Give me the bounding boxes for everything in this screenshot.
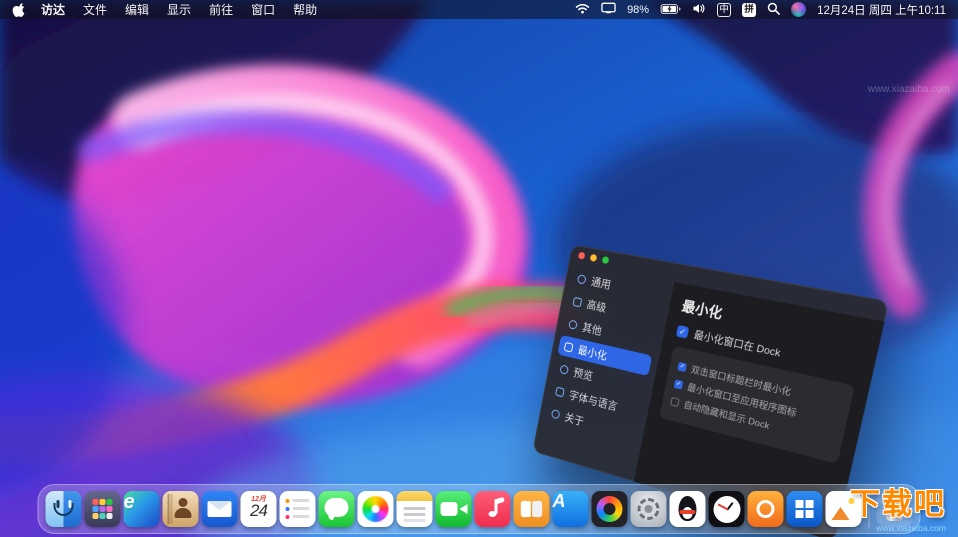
gear-icon xyxy=(577,274,587,285)
menu-file[interactable]: 文件 xyxy=(83,1,107,18)
music-dock-icon[interactable] xyxy=(475,491,511,527)
launchpad-dock-icon[interactable] xyxy=(85,491,121,527)
menu-window[interactable]: 窗口 xyxy=(251,1,275,18)
watermark-url-top: www.xiazaiba.com xyxy=(868,84,950,95)
utility-app-dock-icon[interactable] xyxy=(592,491,628,527)
apple-menu-icon[interactable] xyxy=(12,2,25,17)
books-dock-icon[interactable] xyxy=(514,491,550,527)
trash-dock-icon[interactable] xyxy=(877,491,913,527)
reminders-dock-icon[interactable] xyxy=(280,491,316,527)
display-mirroring-icon[interactable] xyxy=(601,2,616,17)
font-icon xyxy=(555,386,565,397)
dots-icon xyxy=(568,319,578,330)
battery-percent: 98% xyxy=(627,4,649,16)
edge-browser-dock-icon[interactable]: e xyxy=(124,491,160,527)
clock-dock-icon[interactable] xyxy=(709,491,745,527)
photos-dock-icon[interactable] xyxy=(358,491,394,527)
checkbox-checked-icon[interactable] xyxy=(674,379,684,389)
sidebar-item-label: 关于 xyxy=(564,409,586,429)
minimize-button[interactable] xyxy=(590,253,598,261)
menu-bar-clock[interactable]: 12月24日 周四 上午10:11 xyxy=(817,2,946,18)
orange-app-dock-icon[interactable] xyxy=(748,491,784,527)
checkbox-checked-icon[interactable] xyxy=(676,324,689,338)
app-store-letter: A xyxy=(553,491,589,527)
spotlight-search-icon[interactable] xyxy=(767,2,780,18)
sidebar-item-label: 通用 xyxy=(590,273,612,292)
mail-dock-icon[interactable] xyxy=(202,491,238,527)
pictures-app-dock-icon[interactable] xyxy=(826,491,862,527)
finder-dock-icon[interactable] xyxy=(46,491,82,527)
volume-icon[interactable] xyxy=(692,3,706,17)
eye-icon xyxy=(559,364,569,375)
desktop: www.xiazaiba.com 访达 文件 编辑 显示 前往 窗口 帮助 98… xyxy=(0,0,958,537)
menu-edit[interactable]: 编辑 xyxy=(125,1,149,18)
facetime-dock-icon[interactable] xyxy=(436,491,472,527)
menu-bar: 访达 文件 编辑 显示 前往 窗口 帮助 98% 中 拼 xyxy=(0,0,958,19)
pinyin-input-badge[interactable]: 拼 xyxy=(742,3,756,17)
checkbox-checked-icon[interactable] xyxy=(677,362,687,372)
calendar-day: 24 xyxy=(241,501,277,521)
contacts-dock-icon[interactable] xyxy=(163,491,199,527)
qq-dock-icon[interactable] xyxy=(670,491,706,527)
sliders-icon xyxy=(573,296,583,307)
edge-letter: e xyxy=(124,491,160,527)
info-icon xyxy=(551,408,561,419)
menu-view[interactable]: 显示 xyxy=(167,1,191,18)
siri-icon[interactable] xyxy=(791,2,806,17)
sidebar-item-label: 预览 xyxy=(572,364,594,383)
calendar-dock-icon[interactable]: 12月24 xyxy=(241,491,277,527)
checkbox-unchecked-icon[interactable] xyxy=(670,397,680,407)
battery-icon[interactable] xyxy=(660,3,681,17)
sidebar-item-label: 最小化 xyxy=(577,342,609,364)
window-icon xyxy=(564,341,574,352)
system-preferences-dock-icon[interactable] xyxy=(631,491,667,527)
menu-help[interactable]: 帮助 xyxy=(293,1,317,18)
zoom-button[interactable] xyxy=(602,255,610,263)
windows-app-dock-icon[interactable] xyxy=(787,491,823,527)
dock-divider xyxy=(869,489,870,529)
app-store-dock-icon[interactable]: A xyxy=(553,491,589,527)
notes-dock-icon[interactable] xyxy=(397,491,433,527)
messages-dock-icon[interactable] xyxy=(319,491,355,527)
wifi-icon[interactable] xyxy=(575,3,590,17)
sidebar-item-label: 其他 xyxy=(581,319,603,338)
input-method-badge[interactable]: 中 xyxy=(717,3,731,17)
menu-finder[interactable]: 访达 xyxy=(41,1,65,18)
menu-go[interactable]: 前往 xyxy=(209,1,233,18)
sidebar-item-label: 高级 xyxy=(585,296,607,315)
dock: e 12月24 A xyxy=(38,484,921,534)
close-button[interactable] xyxy=(578,251,586,259)
